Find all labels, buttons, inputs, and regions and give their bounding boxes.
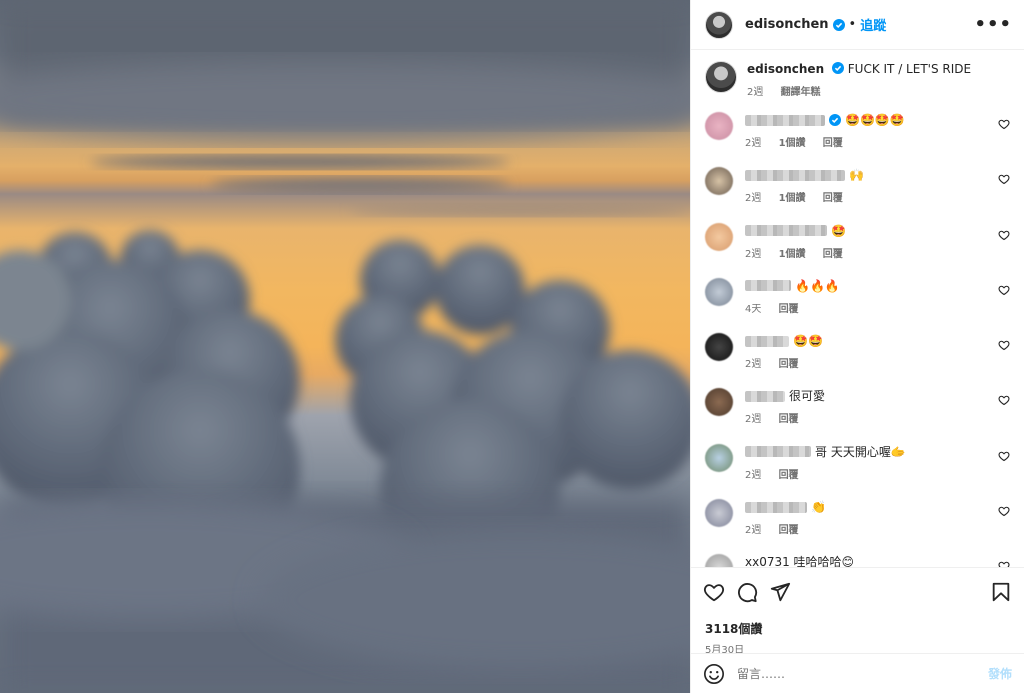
comment-like-heart-icon[interactable]: [998, 229, 1010, 241]
comment-time[interactable]: 2週: [745, 470, 761, 481]
commenter-username-blurred[interactable]: [745, 335, 789, 347]
commenter-avatar[interactable]: [705, 222, 733, 251]
comment-time[interactable]: 4天: [745, 304, 761, 315]
comment-like-heart-icon[interactable]: [998, 173, 1010, 185]
comment-text: 很可愛: [789, 389, 826, 404]
reply-button[interactable]: 回覆: [779, 414, 799, 425]
comment-likes[interactable]: 1個讚: [779, 193, 806, 204]
reply-button[interactable]: 回覆: [779, 359, 799, 370]
comment-item: 👏 2週 回覆: [705, 499, 1010, 554]
comment-text: xx0731 哇哈哈哈😊: [745, 555, 855, 567]
post-caption: edisonchen FUCK IT / LET'S RIDE 2週 翻譯年糕: [705, 61, 1010, 98]
comment-like-heart-icon[interactable]: [998, 118, 1010, 130]
emoji-picker-icon[interactable]: [703, 663, 725, 685]
comment-time[interactable]: 2週: [745, 414, 761, 425]
comment-time[interactable]: 2週: [745, 249, 761, 260]
comment-text: 哥 天天開心喔🫱: [815, 444, 906, 459]
commenter-avatar[interactable]: [705, 112, 733, 140]
comments-list[interactable]: edisonchen FUCK IT / LET'S RIDE 2週 翻譯年糕: [691, 51, 1024, 567]
commenter-avatar[interactable]: [705, 499, 733, 528]
comment-time[interactable]: 2週: [745, 138, 761, 149]
likes-count[interactable]: 3118個讚: [705, 620, 1012, 637]
comment-like-heart-icon[interactable]: [998, 394, 1010, 406]
comment-like-heart-icon[interactable]: [998, 560, 1010, 567]
comment-like-heart-icon[interactable]: [998, 450, 1010, 462]
commenter-username-blurred[interactable]: [745, 390, 785, 402]
reply-button[interactable]: 回覆: [823, 138, 843, 149]
comment-item: 🤩🤩🤩🤩 2週 1個讚 回覆: [705, 112, 1010, 167]
commenter-avatar[interactable]: [705, 277, 733, 306]
comment-text: 🔥🔥🔥: [795, 278, 840, 293]
comment-time[interactable]: 2週: [745, 525, 761, 536]
verified-badge-icon: [829, 114, 841, 126]
comment-item: 🔥🔥🔥 4天 回覆: [705, 277, 1010, 333]
commenter-avatar[interactable]: [705, 388, 733, 417]
comment-time[interactable]: 2週: [745, 359, 761, 370]
comment-like-heart-icon[interactable]: [998, 339, 1010, 351]
post-actions: 3118個讚 5月30日: [691, 567, 1024, 656]
reply-button[interactable]: 回覆: [779, 470, 799, 481]
comment-text: 🤩: [831, 223, 846, 238]
post-side-panel: edisonchen • 追蹤 ••• edisonchen FUCK IT /…: [690, 0, 1024, 693]
post-header: edisonchen • 追蹤 •••: [691, 0, 1024, 50]
comment-text: 🙌: [849, 168, 864, 183]
caption-text: FUCK IT / LET'S RIDE: [847, 62, 972, 76]
commenter-username-blurred[interactable]: [745, 446, 811, 458]
commenter-username-blurred[interactable]: [745, 225, 827, 237]
commenter-avatar[interactable]: [705, 554, 733, 567]
comment-item: 🤩🤩 2週 回覆: [705, 333, 1010, 388]
comment-item: xx0731 哇哈哈哈😊: [705, 554, 1010, 567]
comment-text: 🤩🤩🤩🤩: [845, 113, 905, 127]
follow-button[interactable]: 追蹤: [860, 15, 886, 34]
reply-button[interactable]: 回覆: [823, 193, 843, 204]
commenter-avatar[interactable]: [705, 333, 733, 362]
caption-username[interactable]: edisonchen: [747, 62, 824, 76]
comment-item: 🤩 2週 1個讚 回覆: [705, 222, 1010, 278]
comment-like-heart-icon[interactable]: [998, 505, 1010, 517]
add-comment-bar: 發佈: [691, 653, 1024, 693]
author-username[interactable]: edisonchen: [745, 17, 829, 32]
like-heart-icon[interactable]: [703, 581, 725, 603]
commenter-avatar[interactable]: [705, 443, 733, 472]
reply-button[interactable]: 回覆: [779, 525, 799, 536]
post-image: [0, 0, 690, 693]
author-avatar[interactable]: [705, 10, 733, 39]
comment-text: 🤩🤩: [793, 334, 823, 349]
verified-badge-icon: [832, 18, 845, 31]
caption-time[interactable]: 2週: [747, 87, 763, 98]
comment-item: 很可愛 2週 回覆: [705, 388, 1010, 443]
reply-button[interactable]: 回覆: [823, 249, 843, 260]
commenter-avatar[interactable]: [705, 167, 733, 196]
commenter-username-blurred[interactable]: [745, 169, 845, 181]
comment-item: 哥 天天開心喔🫱 2週 回覆: [705, 443, 1010, 499]
comment-text: 👏: [811, 500, 826, 515]
comment-bubble-icon[interactable]: [736, 581, 758, 603]
post-comment-button[interactable]: 發佈: [988, 665, 1012, 682]
comment-likes[interactable]: 1個讚: [779, 138, 806, 149]
verified-badge-icon: [831, 62, 844, 74]
commenter-username-blurred[interactable]: [745, 280, 791, 292]
reply-button[interactable]: 回覆: [779, 304, 799, 315]
separator-dot: •: [848, 17, 857, 32]
comment-likes[interactable]: 1個讚: [779, 249, 806, 260]
commenter-username-blurred[interactable]: [745, 501, 807, 513]
more-options-button[interactable]: •••: [974, 14, 1012, 35]
share-send-icon[interactable]: [769, 581, 791, 603]
clouds-illustration: [0, 0, 690, 693]
comment-time[interactable]: 2週: [745, 193, 761, 204]
comment-input[interactable]: [737, 666, 988, 681]
translate-link[interactable]: 翻譯年糕: [781, 87, 821, 98]
commenter-username-blurred[interactable]: [745, 114, 825, 126]
comment-item: 🙌 2週 1個讚 回覆: [705, 167, 1010, 222]
comment-like-heart-icon[interactable]: [998, 284, 1010, 296]
bookmark-save-icon[interactable]: [990, 581, 1012, 603]
caption-author-avatar[interactable]: [705, 61, 737, 93]
